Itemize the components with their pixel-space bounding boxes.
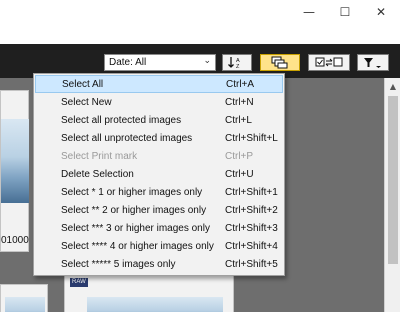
window-title-bar: — ☐ ✕ xyxy=(0,0,400,44)
selection-menu: Select All Ctrl+A Select New Ctrl+N Select a… xyxy=(33,73,285,276)
raw-badge: RAW xyxy=(70,278,88,287)
group-button[interactable] xyxy=(260,54,300,71)
menu-item-shortcut: Ctrl+Shift+2 xyxy=(225,204,278,216)
menu-item[interactable]: Select * 1 or higher images only Ctrl+Shi… xyxy=(35,183,283,201)
chevron-down-icon: ⌄ xyxy=(203,56,211,66)
minimize-icon[interactable]: — xyxy=(292,0,326,24)
menu-item-label: Select Print mark xyxy=(61,150,138,162)
menu-item-label: Delete Selection xyxy=(61,168,134,180)
svg-text:Z: Z xyxy=(236,64,240,69)
menu-item[interactable]: Select New Ctrl+N xyxy=(35,93,283,111)
scroll-up-icon[interactable]: ▲ xyxy=(385,78,400,94)
menu-item[interactable]: Select ** 2 or higher images only Ctrl+Sh… xyxy=(35,201,283,219)
filter-button[interactable] xyxy=(357,54,389,71)
sort-az-icon: A Z xyxy=(228,57,240,69)
menu-item-label: Select all unprotected images xyxy=(61,132,193,144)
menu-item[interactable]: Select All Ctrl+A xyxy=(35,75,283,93)
scroll-thumb[interactable] xyxy=(388,96,398,264)
thumbnail-caption: 01000 xyxy=(1,235,29,246)
menu-item-label: Select ** 2 or higher images only xyxy=(61,204,207,216)
thumbnail-card[interactable] xyxy=(0,284,48,312)
menu-item-shortcut: Ctrl+P xyxy=(225,150,254,162)
menu-item-shortcut: Ctrl+L xyxy=(225,114,252,126)
menu-item-label: Select ***** 5 images only xyxy=(61,258,176,270)
menu-item[interactable]: Select ***** 5 images only Ctrl+Shift+5 xyxy=(35,255,283,273)
menu-item-shortcut: Ctrl+Shift+4 xyxy=(225,240,278,252)
date-filter-value: Date: All xyxy=(109,57,147,68)
group-icon xyxy=(271,56,288,69)
sort-button[interactable]: A Z xyxy=(222,54,252,71)
menu-item[interactable]: Select **** 4 or higher images only Ctrl+… xyxy=(35,237,283,255)
thumbnail-image xyxy=(87,297,223,312)
menu-item-shortcut: Ctrl+A xyxy=(226,78,255,90)
menu-item: Select Print mark Ctrl+P xyxy=(35,147,283,165)
thumbnail-image xyxy=(5,297,45,312)
compare-icon xyxy=(315,57,343,67)
menu-item-label: Select all protected images xyxy=(61,114,182,126)
menu-item[interactable]: Select *** 3 or higher images only Ctrl+S… xyxy=(35,219,283,237)
thumbnail-card[interactable]: 01000 xyxy=(0,90,29,252)
thumbnail-image xyxy=(1,119,29,203)
menu-item-shortcut: Ctrl+N xyxy=(225,96,254,108)
menu-item-label: Select **** 4 or higher images only xyxy=(61,240,214,252)
menu-item-label: Select *** 3 or higher images only xyxy=(61,222,210,234)
menu-item-shortcut: Ctrl+Shift+5 xyxy=(225,258,278,270)
menu-item-shortcut: Ctrl+U xyxy=(225,168,254,180)
menu-item-label: Select All xyxy=(62,78,104,90)
maximize-icon[interactable]: ☐ xyxy=(328,0,362,24)
menu-item-label: Select * 1 or higher images only xyxy=(61,186,203,198)
menu-item[interactable]: Select all protected images Ctrl+L xyxy=(35,111,283,129)
menu-item-shortcut: Ctrl+Shift+3 xyxy=(225,222,278,234)
filter-icon xyxy=(364,58,381,68)
compare-button[interactable] xyxy=(308,54,350,71)
menu-item-label: Select New xyxy=(61,96,112,108)
menu-item[interactable]: Select all unprotected images Ctrl+Shift+… xyxy=(35,129,283,147)
date-filter-select[interactable]: Date: All ⌄ xyxy=(104,54,216,71)
vertical-scrollbar[interactable]: ▲ xyxy=(384,78,400,312)
menu-item-shortcut: Ctrl+Shift+L xyxy=(225,132,278,144)
close-icon[interactable]: ✕ xyxy=(364,0,398,24)
menu-item-shortcut: Ctrl+Shift+1 xyxy=(225,186,278,198)
menu-item[interactable]: Delete Selection Ctrl+U xyxy=(35,165,283,183)
thumbnail-card[interactable]: RAW xyxy=(64,274,234,312)
